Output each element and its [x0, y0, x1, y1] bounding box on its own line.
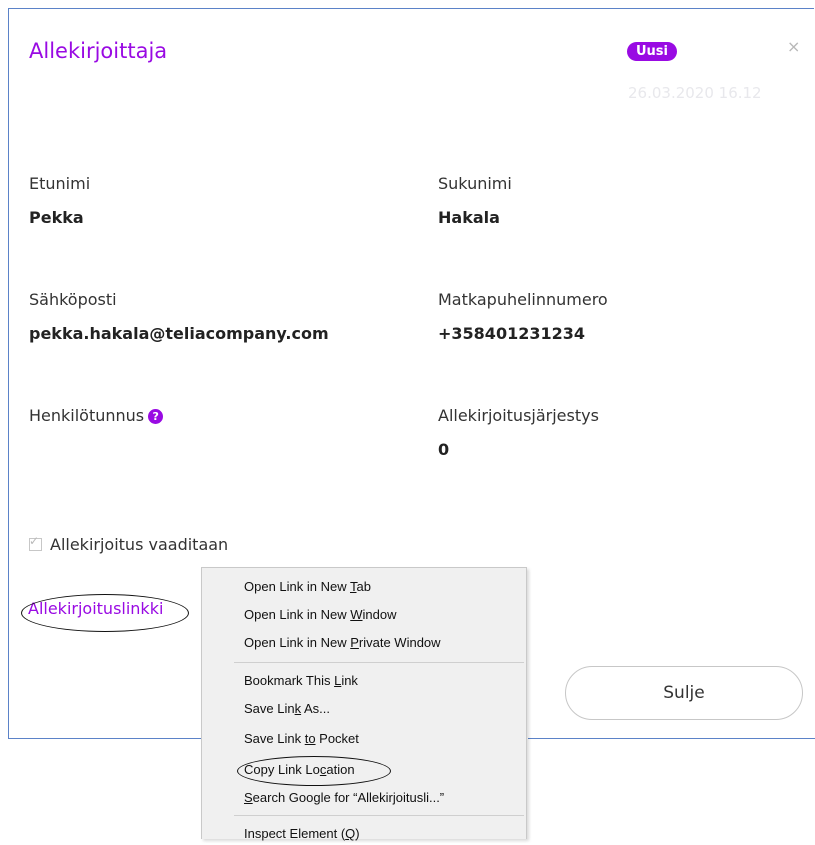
- ctx-save-to-pocket[interactable]: Save Link to Pocket: [244, 728, 359, 750]
- ctx-copy-link-location[interactable]: Copy Link Location: [244, 759, 355, 781]
- link-context-menu: Open Link in New Tab Open Link in New Wi…: [201, 567, 527, 841]
- created-date: 26.03.2020 16.12: [628, 84, 762, 102]
- signing-link[interactable]: Allekirjoituslinkki: [28, 599, 163, 618]
- email-label: Sähköposti: [29, 290, 117, 309]
- ctx-save-link-as[interactable]: Save Link As...: [244, 698, 330, 720]
- signing-order-value: 0: [438, 440, 450, 459]
- signature-required-row: ✓ Allekirjoitus vaaditaan: [29, 534, 229, 554]
- dialog-title: Allekirjoittaja: [29, 39, 168, 63]
- ssn-field: Henkilötunnus?: [29, 406, 164, 425]
- close-icon[interactable]: ×: [787, 37, 800, 56]
- ctx-separator: [234, 662, 524, 663]
- signature-required-checkbox[interactable]: ✓: [29, 534, 42, 551]
- ctx-inspect-element[interactable]: Inspect Element (Q): [244, 823, 360, 845]
- checkmark-icon: ✓: [29, 534, 40, 548]
- question-circle-icon[interactable]: ?: [148, 409, 164, 424]
- dialog-border-bottom-right: [528, 738, 815, 739]
- close-button[interactable]: Sulje: [565, 666, 803, 720]
- signature-required-label: Allekirjoitus vaaditaan: [50, 535, 229, 554]
- mobile-value: +358401231234: [438, 324, 585, 343]
- first-name-label: Etunimi: [29, 174, 91, 193]
- ctx-open-private-window[interactable]: Open Link in New Private Window: [244, 632, 441, 654]
- ctx-bookmark-link[interactable]: Bookmark This Link: [244, 670, 358, 692]
- dialog-border-bottom-left: [8, 738, 208, 739]
- last-name-value: Hakala: [438, 208, 500, 227]
- email-value: pekka.hakala@teliacompany.com: [29, 324, 329, 343]
- signing-order-label: Allekirjoitusjärjestys: [438, 406, 599, 425]
- status-badge: Uusi: [627, 42, 678, 61]
- ssn-label: Henkilötunnus: [29, 406, 145, 425]
- ctx-open-new-window[interactable]: Open Link in New Window: [244, 604, 396, 626]
- mobile-label: Matkapuhelinnumero: [438, 290, 608, 309]
- ctx-search-google[interactable]: Search Google for “Allekirjoitusli...”: [244, 787, 444, 809]
- first-name-value: Pekka: [29, 208, 84, 227]
- last-name-label: Sukunimi: [438, 174, 512, 193]
- ctx-open-new-tab[interactable]: Open Link in New Tab: [244, 576, 371, 598]
- ctx-separator: [234, 815, 524, 816]
